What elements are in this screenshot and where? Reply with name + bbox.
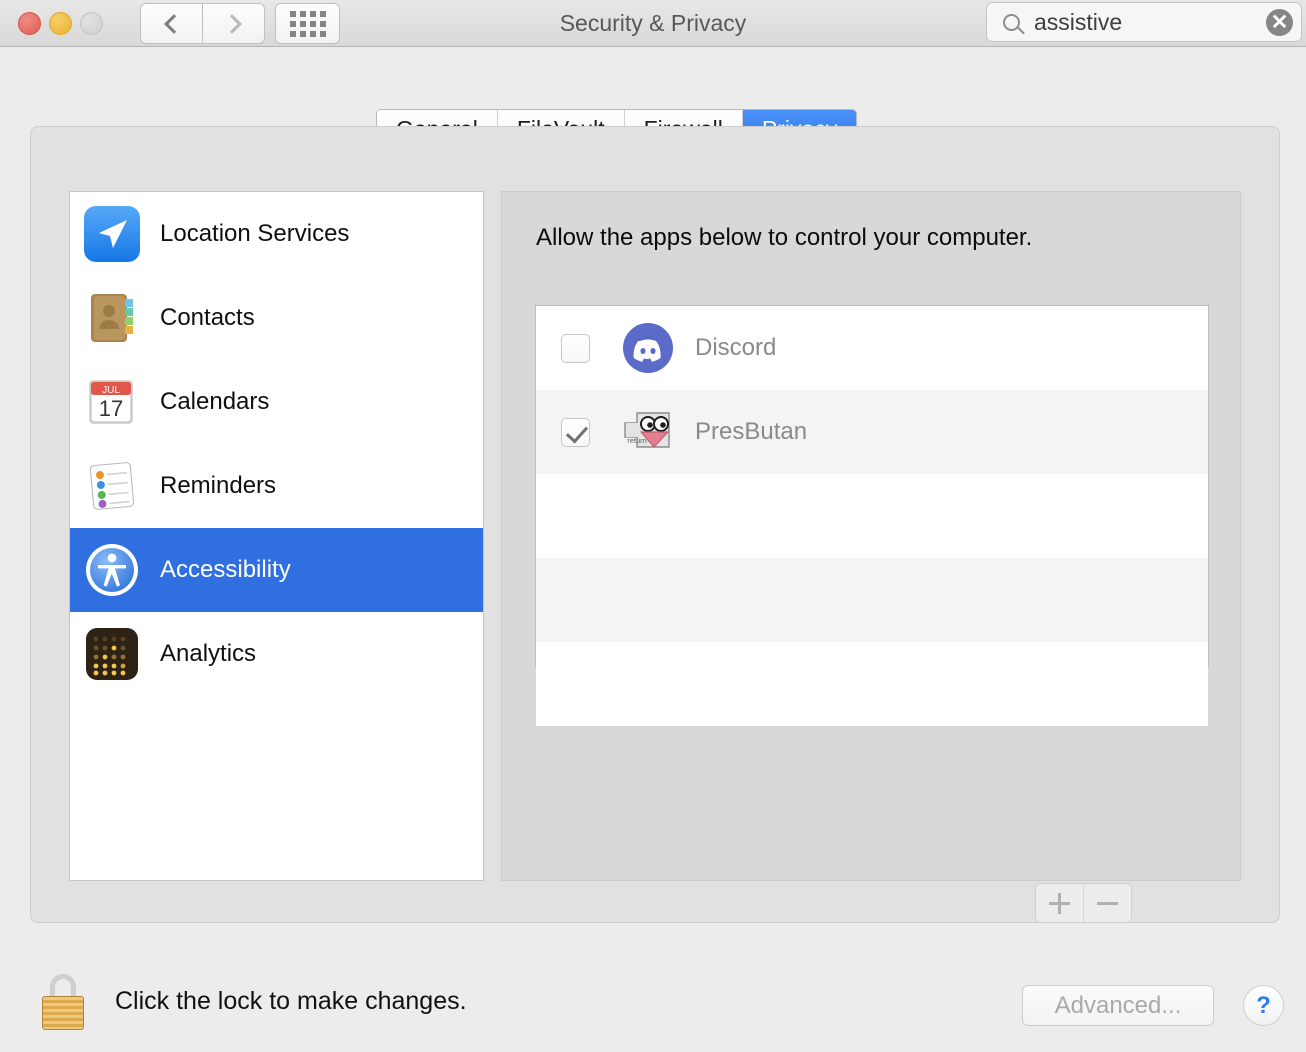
app-name: PresButan <box>695 418 807 446</box>
presbutan-icon: return <box>621 405 675 459</box>
privacy-category-list: Location Services Contacts <box>69 191 484 881</box>
search-field[interactable]: assistive ✕ <box>986 2 1302 42</box>
svg-text:17: 17 <box>99 396 123 421</box>
app-name: Discord <box>695 334 776 362</box>
table-row-empty <box>536 558 1208 642</box>
pane-description: Allow the apps below to control your com… <box>536 224 1032 252</box>
add-remove-button-group <box>1035 883 1132 923</box>
sidebar-item-label: Location Services <box>160 220 349 248</box>
advanced-button[interactable]: Advanced... <box>1022 985 1214 1026</box>
help-button[interactable]: ? <box>1243 985 1284 1026</box>
accessibility-detail-pane: Allow the apps below to control your com… <box>501 191 1241 881</box>
privacy-panel: Location Services Contacts <box>30 126 1280 923</box>
window-titlebar: Security & Privacy assistive ✕ <box>0 0 1306 47</box>
sidebar-item-label: Contacts <box>160 304 255 332</box>
table-row-empty <box>536 474 1208 558</box>
table-row[interactable]: Discord <box>536 306 1208 390</box>
sidebar-item-reminders[interactable]: Reminders <box>70 444 483 528</box>
svg-text:return: return <box>627 436 647 445</box>
sidebar-item-label: Reminders <box>160 472 276 500</box>
accessibility-icon <box>83 541 141 599</box>
sidebar-item-location-services[interactable]: Location Services <box>70 192 483 276</box>
table-row[interactable]: return PresButan <box>536 390 1208 474</box>
calendars-icon: JUL 17 <box>83 373 141 431</box>
remove-app-button[interactable] <box>1084 884 1132 922</box>
clear-search-button[interactable]: ✕ <box>1266 9 1293 36</box>
close-icon: ✕ <box>1271 12 1289 33</box>
sidebar-item-label: Accessibility <box>160 556 291 584</box>
lock-row[interactable]: Click the lock to make changes. <box>37 972 467 1030</box>
plus-icon <box>1049 893 1070 914</box>
discord-icon <box>621 321 675 375</box>
sidebar-item-contacts[interactable]: Contacts <box>70 276 483 360</box>
table-row-empty <box>536 642 1208 726</box>
reminders-icon <box>83 457 141 515</box>
sidebar-item-analytics[interactable]: Analytics <box>70 612 483 696</box>
app-checkbox-discord[interactable] <box>561 334 590 363</box>
allowed-apps-list: Discord return PresButan <box>535 305 1209 667</box>
sidebar-item-label: Calendars <box>160 388 269 416</box>
search-input-value[interactable]: assistive <box>1034 9 1122 36</box>
sidebar-item-calendars[interactable]: JUL 17 Calendars <box>70 360 483 444</box>
sidebar-item-accessibility[interactable]: Accessibility <box>70 528 483 612</box>
search-icon <box>1003 14 1020 31</box>
app-checkbox-presbutan[interactable] <box>561 418 590 447</box>
add-app-button[interactable] <box>1036 884 1084 922</box>
svg-text:JUL: JUL <box>102 385 120 396</box>
sidebar-item-label: Analytics <box>160 640 256 668</box>
lock-closed-icon[interactable] <box>37 972 89 1030</box>
lock-message: Click the lock to make changes. <box>115 987 467 1016</box>
minus-icon <box>1097 893 1118 914</box>
location-services-icon <box>83 205 141 263</box>
contacts-icon <box>83 289 141 347</box>
analytics-icon <box>83 625 141 683</box>
